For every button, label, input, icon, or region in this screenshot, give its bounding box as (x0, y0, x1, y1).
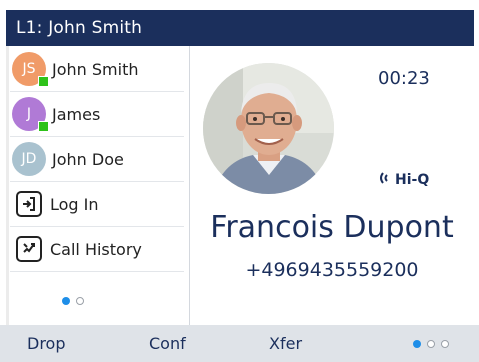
sidebar-item-log-in[interactable]: Log In (10, 182, 184, 227)
avatar-initials: JS (22, 61, 36, 77)
title-bar: L1: John Smith (6, 10, 474, 46)
call-history-icon (16, 236, 42, 262)
page-dot-active (62, 297, 70, 305)
avatar-initials: JD (21, 151, 37, 167)
phone-screen: L1: John Smith JS John Smith J James JD … (0, 0, 479, 362)
transfer-button[interactable]: Xfer (269, 325, 302, 362)
sidebar-item-james[interactable]: J James (10, 92, 184, 137)
sidebar: JS John Smith J James JD John Doe Log In… (6, 46, 190, 325)
caller-name: Francois Dupont (210, 210, 454, 245)
caller-photo (203, 63, 334, 194)
page-dot (427, 340, 435, 348)
avatar: JD (12, 142, 46, 176)
presence-indicator (38, 121, 49, 132)
conference-button[interactable]: Conf (149, 325, 186, 362)
presence-indicator (38, 76, 49, 87)
sidebar-page-indicator (62, 297, 84, 305)
drop-button[interactable]: Drop (27, 325, 66, 362)
caller-number: +4969435559200 (245, 259, 419, 281)
sidebar-item-label: John Doe (52, 149, 124, 169)
right-edge (474, 10, 479, 336)
line-title: L1: John Smith (16, 18, 143, 38)
avatar: JS (12, 52, 49, 87)
sidebar-item-label: James (52, 104, 101, 124)
codec-label: Hi-Q (395, 172, 430, 188)
sidebar-item-john-doe[interactable]: JD John Doe (10, 137, 184, 182)
sidebar-item-label: John Smith (52, 59, 139, 79)
page-dot (441, 340, 449, 348)
avatar-initials: J (26, 106, 32, 122)
call-timer: 00:23 (378, 68, 430, 89)
sidebar-item-label: Call History (50, 239, 142, 259)
hi-q-badge: Hi-Q (378, 171, 429, 189)
login-icon (16, 191, 42, 217)
avatar: J (12, 97, 49, 132)
softkey-bar: Drop Conf Xfer (0, 325, 479, 362)
sidebar-item-label: Log In (50, 194, 99, 214)
page-dot (76, 297, 84, 305)
softkey-page-indicator (413, 340, 449, 348)
hd-audio-icon (378, 171, 392, 189)
page-dot-active (413, 340, 421, 348)
sidebar-item-call-history[interactable]: Call History (10, 227, 184, 272)
sidebar-item-john-smith[interactable]: JS John Smith (10, 47, 184, 92)
